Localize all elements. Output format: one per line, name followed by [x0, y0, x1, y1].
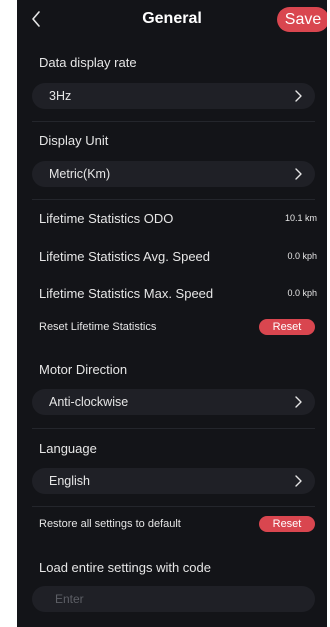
stat-value: 0.0 kph [287, 251, 317, 261]
back-button[interactable] [25, 8, 47, 30]
stat-label: Lifetime Statistics Avg. Speed [39, 249, 211, 264]
motor-direction-value: Anti-clockwise [49, 395, 129, 409]
reset-lifetime-label: Reset Lifetime Statistics [39, 321, 157, 333]
save-button[interactable]: Save [277, 7, 327, 32]
reset-lifetime-button[interactable]: Reset [259, 319, 315, 335]
stat-row-avg-speed: Lifetime Statistics Avg. Speed 0.0 kph [39, 249, 317, 267]
language-selector[interactable]: English [32, 468, 315, 494]
stat-value: 0.0 kph [287, 288, 317, 298]
settings-code-input[interactable] [32, 586, 315, 612]
chevron-right-icon [291, 167, 305, 181]
chevron-right-icon [291, 395, 305, 409]
language-label: Language [39, 441, 97, 456]
chevron-right-icon [291, 89, 305, 103]
reset-lifetime-row: Reset Lifetime Statistics Reset [39, 319, 315, 339]
data-display-rate-selector[interactable]: 3Hz [32, 83, 315, 109]
stat-label: Lifetime Statistics ODO [39, 211, 174, 226]
divider [32, 428, 315, 429]
settings-screen: General Save Data display rate 3Hz Displ… [17, 0, 327, 627]
language-value: English [49, 474, 90, 488]
motor-direction-label: Motor Direction [39, 362, 128, 377]
restore-defaults-label: Restore all settings to default [39, 518, 181, 530]
stat-label: Lifetime Statistics Max. Speed [39, 286, 214, 301]
stat-value: 10.1 km [284, 213, 317, 223]
header-bar: General Save [17, 0, 327, 40]
motor-direction-selector[interactable]: Anti-clockwise [32, 389, 315, 415]
display-unit-label: Display Unit [39, 133, 109, 148]
divider [32, 506, 315, 507]
data-display-rate-value: 3Hz [49, 89, 72, 103]
chevron-left-icon [25, 8, 47, 30]
restore-defaults-row: Restore all settings to default Reset [39, 516, 315, 536]
load-code-label: Load entire settings with code [39, 560, 211, 575]
divider [32, 199, 315, 200]
display-unit-value: Metric(Km) [49, 167, 111, 181]
divider [32, 121, 315, 122]
stat-row-max-speed: Lifetime Statistics Max. Speed 0.0 kph [39, 286, 317, 304]
chevron-right-icon [291, 474, 305, 488]
data-display-rate-label: Data display rate [39, 55, 137, 70]
stat-row-odo: Lifetime Statistics ODO 10.1 km [39, 211, 317, 229]
restore-defaults-button[interactable]: Reset [259, 516, 315, 532]
display-unit-selector[interactable]: Metric(Km) [32, 161, 315, 187]
